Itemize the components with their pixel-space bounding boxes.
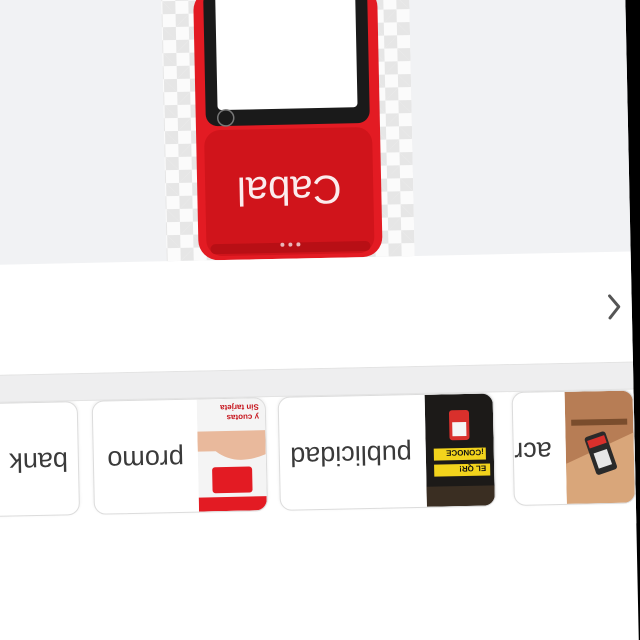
product-image-area: Cabal xyxy=(0,0,631,266)
chip-publicidad[interactable]: EL QR! ¡CONOCE publicidad xyxy=(277,392,496,511)
acrylic-stand-thumbnail xyxy=(564,390,635,504)
carousel-nav-row xyxy=(0,251,633,376)
chip-bank[interactable]: bank xyxy=(0,401,81,519)
chip-label: promo xyxy=(107,443,185,476)
bank-thumbnail xyxy=(77,402,79,514)
svg-text:y cuotas: y cuotas xyxy=(226,412,259,422)
advertising-poster-thumbnail: EL QR! ¡CONOCE xyxy=(424,393,495,507)
chevron-left-icon[interactable] xyxy=(601,292,626,322)
chip-label: acrilicos xyxy=(511,436,553,469)
chip-promo[interactable]: y cuotas Sin tarjeta promo xyxy=(91,397,268,515)
promo-flyer-thumbnail: y cuotas Sin tarjeta xyxy=(196,398,267,512)
app-screen: acrilicos EL QR! ¡CONOCE publicidad y cu… xyxy=(0,0,640,640)
chip-acrilicos[interactable]: acrilicos xyxy=(511,389,636,506)
svg-text:EL QR!: EL QR! xyxy=(459,464,486,474)
svg-text:Sin tarjeta: Sin tarjeta xyxy=(219,402,258,412)
category-chip-row[interactable]: acrilicos EL QR! ¡CONOCE publicidad y cu… xyxy=(0,389,637,538)
chip-label: bank xyxy=(9,446,69,478)
chip-label: publicidad xyxy=(289,439,413,472)
pos-terminal-image: Cabal xyxy=(193,0,383,261)
screen-content: acrilicos EL QR! ¡CONOCE publicidad y cu… xyxy=(0,0,640,640)
rotated-viewport: acrilicos EL QR! ¡CONOCE publicidad y cu… xyxy=(0,0,640,640)
svg-text:¡CONOCE: ¡CONOCE xyxy=(445,448,484,458)
svg-text:Cabal: Cabal xyxy=(237,167,342,213)
